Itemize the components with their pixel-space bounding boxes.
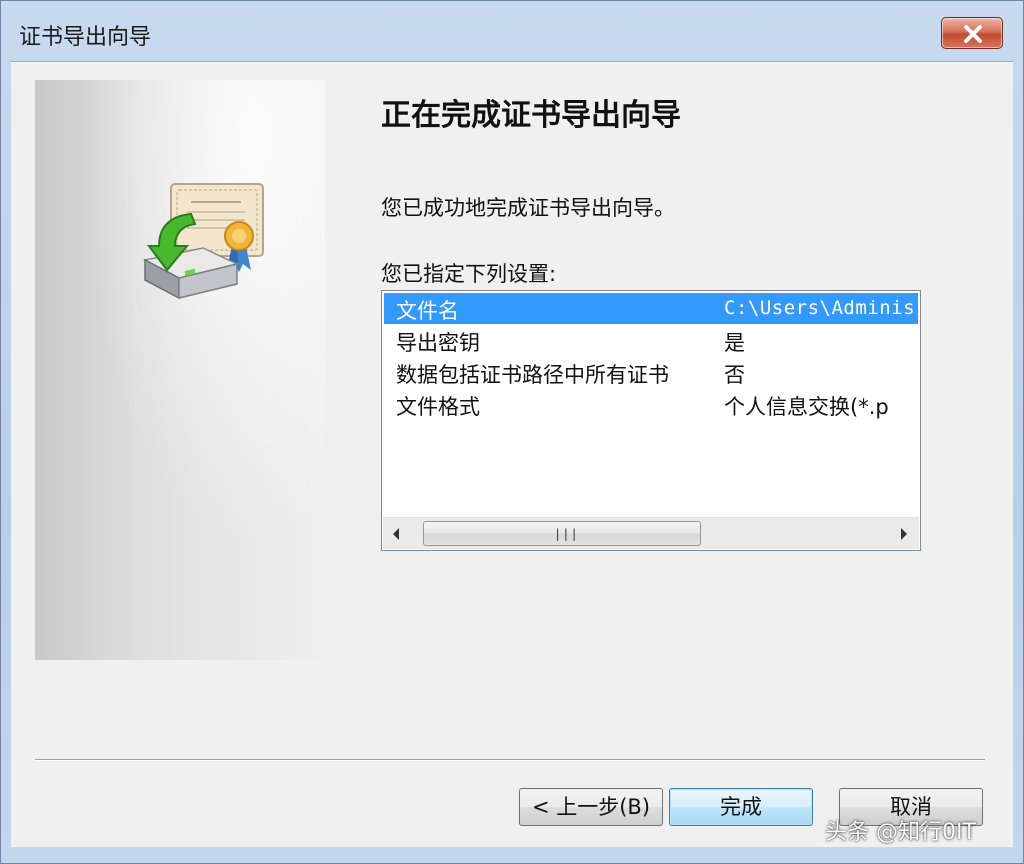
setting-value: C:\Users\Adminis — [724, 297, 916, 319]
list-item-export-key[interactable]: 导出密钥 是 — [384, 325, 918, 356]
watermark: 头条 @知行0IT — [825, 820, 976, 845]
scroll-thumb[interactable]: ||| — [423, 521, 701, 546]
list-item-include-path[interactable]: 数据包括证书路径中所有证书 否 — [384, 357, 918, 388]
settings-list[interactable]: 文件名 C:\Users\Adminis 导出密钥 是 数据包括证书路径中所有证… — [381, 290, 921, 551]
setting-key: 数据包括证书路径中所有证书 — [396, 363, 669, 387]
wizard-heading: 正在完成证书导出向导 — [381, 98, 681, 133]
close-icon — [964, 25, 982, 43]
title-bar: 证书导出向导 — [1, 1, 1023, 61]
setting-value: 否 — [724, 363, 745, 387]
wizard-content: 正在完成证书导出向导 您已成功地完成证书导出向导。 您已指定下列设置: 文件名 … — [11, 61, 1013, 847]
list-item-file-name[interactable]: 文件名 C:\Users\Adminis — [384, 293, 918, 324]
setting-value: 是 — [724, 331, 745, 355]
settings-label: 您已指定下列设置: — [381, 262, 557, 286]
scroll-left-icon[interactable] — [391, 527, 401, 541]
close-button[interactable] — [941, 17, 1003, 49]
back-button[interactable]: < 上一步(B) — [519, 788, 663, 826]
completion-message: 您已成功地完成证书导出向导。 — [381, 196, 675, 220]
divider — [35, 759, 985, 761]
horizontal-scrollbar[interactable]: ||| — [383, 517, 919, 549]
scroll-right-icon[interactable] — [899, 527, 909, 541]
grip-icon: ||| — [554, 527, 579, 541]
window-title: 证书导出向导 — [19, 25, 152, 50]
finish-button[interactable]: 完成 — [669, 788, 813, 826]
setting-value: 个人信息交换(*.p — [724, 395, 889, 419]
side-banner — [35, 80, 325, 660]
setting-key: 导出密钥 — [396, 331, 480, 355]
setting-key: 文件格式 — [396, 395, 480, 419]
certificate-export-icon — [142, 183, 264, 300]
wizard-window: 证书导出向导 正在完成证书导出向导 您已成功地完成证书导出向导。 您已指定下列设… — [0, 0, 1024, 864]
setting-key: 文件名 — [396, 299, 459, 323]
list-item-file-format[interactable]: 文件格式 个人信息交换(*.p — [384, 389, 918, 420]
